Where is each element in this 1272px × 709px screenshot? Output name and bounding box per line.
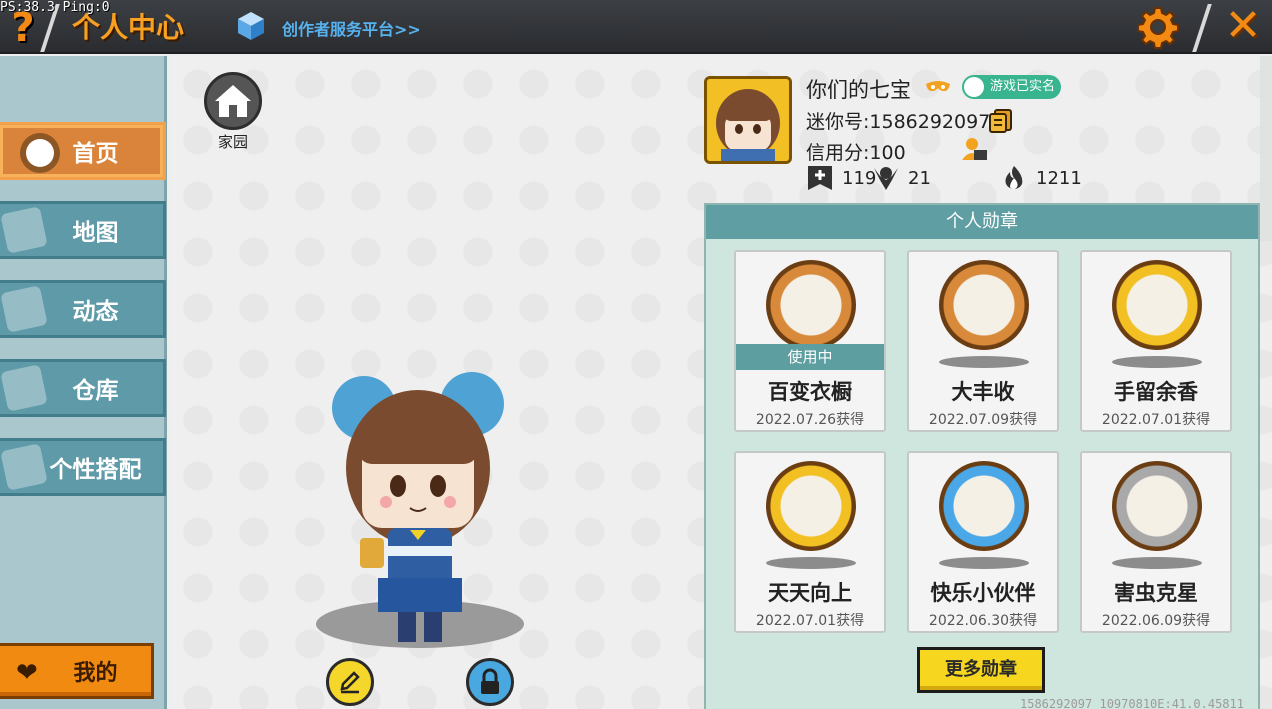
home-button[interactable] — [204, 72, 262, 130]
copy-icon[interactable] — [988, 108, 1014, 134]
mask-icon — [926, 81, 950, 92]
badge-date: 2022.06.09获得 — [1101, 613, 1211, 629]
badge-name: 天天向上 — [768, 581, 852, 605]
badge-card[interactable]: 使用中百变衣橱 2022.07.26获得 — [734, 250, 886, 432]
medal-icon — [766, 260, 856, 350]
realname-text: 游戏已实名 — [990, 79, 1056, 94]
cube-icon[interactable] — [236, 10, 266, 42]
home-label: 家园 — [217, 133, 248, 151]
follow-stat: 119 — [806, 164, 876, 192]
badge-name: 百变衣橱 — [768, 380, 852, 404]
badge-card[interactable]: 快乐小伙伴 2022.06.30获得 — [907, 451, 1059, 633]
medal-pedestal — [939, 557, 1029, 569]
realname-badge: 游戏已实名 — [962, 75, 1062, 99]
verified-user-icon — [964, 77, 984, 97]
mine-button[interactable]: ❤ 我的 — [0, 643, 154, 699]
footer-id-text: 1586292097 10970810E:41.0.45811 — [1020, 697, 1244, 709]
popularity-count: 1211 — [1036, 167, 1082, 189]
lock-icon — [481, 668, 499, 694]
sidebar-item-feed[interactable]: 动态 — [0, 280, 166, 338]
badge-card[interactable]: 手留余香 2022.07.01获得 — [1080, 250, 1232, 432]
medal-icon — [939, 461, 1029, 551]
credit-score: 信用分:100 — [806, 142, 906, 164]
medal-icon — [939, 260, 1029, 350]
sidebar-item-label: 首页 — [72, 141, 119, 167]
panel-edge — [1260, 56, 1272, 241]
top-bar: ? 个人中心 创作者服务平台>> ✕ — [0, 0, 1272, 54]
sidebar-item-outfit[interactable]: 个性搭配 — [0, 438, 166, 496]
badge-name: 快乐小伙伴 — [930, 581, 1036, 605]
medal-icon — [1112, 461, 1202, 551]
creator-platform-link[interactable]: 创作者服务平台>> — [282, 16, 421, 40]
sidebar-item-label: 地图 — [72, 220, 119, 246]
medal-pedestal — [1112, 557, 1202, 569]
avatar[interactable] — [704, 76, 792, 164]
fans-stat: 21 — [872, 164, 931, 192]
badge-name: 害虫克星 — [1114, 581, 1198, 605]
badge-date: 2022.07.26获得 — [755, 412, 865, 428]
warehouse-icon — [0, 364, 48, 412]
more-badges-button[interactable]: 更多勋章 — [917, 647, 1045, 693]
medal-pedestal — [1112, 356, 1202, 368]
lock-button[interactable] — [466, 658, 514, 706]
badge-card[interactable]: 大丰收 2022.07.09获得 — [907, 250, 1059, 432]
badge-name: 手留余香 — [1114, 380, 1198, 404]
badge-card[interactable]: 害虫克星 2022.06.09获得 — [1080, 451, 1232, 633]
bell-icon — [0, 285, 48, 333]
pencil-icon — [340, 671, 360, 694]
sidebar-item-home[interactable]: 首页 — [0, 122, 166, 180]
badge-card[interactable]: 天天向上 2022.07.01获得 — [734, 451, 886, 633]
nickname: 你们的七宝 — [806, 78, 911, 102]
badge-panel-title: 个人勋章 — [706, 205, 1258, 239]
fire-icon — [1005, 166, 1023, 190]
mine-label: 我的 — [73, 661, 118, 686]
house-icon — [215, 85, 251, 117]
badge-name: 大丰收 — [951, 380, 1015, 404]
badge-date: 2022.07.01获得 — [1101, 412, 1211, 428]
outfit-icon — [0, 443, 48, 491]
fans-icon — [874, 167, 898, 190]
medal-icon — [1112, 260, 1202, 350]
medal-icon — [766, 461, 856, 551]
divider — [1192, 4, 1212, 52]
edit-button[interactable] — [326, 658, 374, 706]
selected-indicator — [26, 139, 54, 167]
sidebar-item-label: 个性搭配 — [49, 457, 142, 483]
map-icon — [0, 206, 48, 254]
sidebar-item-label: 仓库 — [72, 378, 119, 404]
avatar-image — [707, 79, 789, 161]
badge-date: 2022.06.30获得 — [928, 613, 1038, 629]
close-button[interactable]: ✕ — [1220, 2, 1266, 50]
follow-icon — [808, 166, 832, 190]
medal-pedestal — [766, 557, 856, 569]
account-icon[interactable] — [960, 136, 988, 162]
sidebar-item-warehouse[interactable]: 仓库 — [0, 359, 166, 417]
fps-readout: PS:38.3 Ping:0 — [0, 0, 110, 15]
in-use-tag: 使用中 — [736, 344, 884, 370]
popularity-stat: 1211 — [1000, 164, 1082, 192]
heart-icon: ❤ — [16, 658, 38, 688]
fans-count: 21 — [908, 167, 931, 189]
mini-id: 迷你号:1586292097 — [806, 111, 991, 133]
badge-date: 2022.07.09获得 — [928, 412, 1038, 428]
player-character[interactable] — [318, 368, 518, 648]
sidebar-item-label: 动态 — [72, 299, 119, 325]
badge-date: 2022.07.01获得 — [755, 613, 865, 629]
sidebar-item-map[interactable]: 地图 — [0, 201, 166, 259]
gear-icon[interactable] — [1136, 5, 1180, 49]
medal-pedestal — [939, 356, 1029, 368]
